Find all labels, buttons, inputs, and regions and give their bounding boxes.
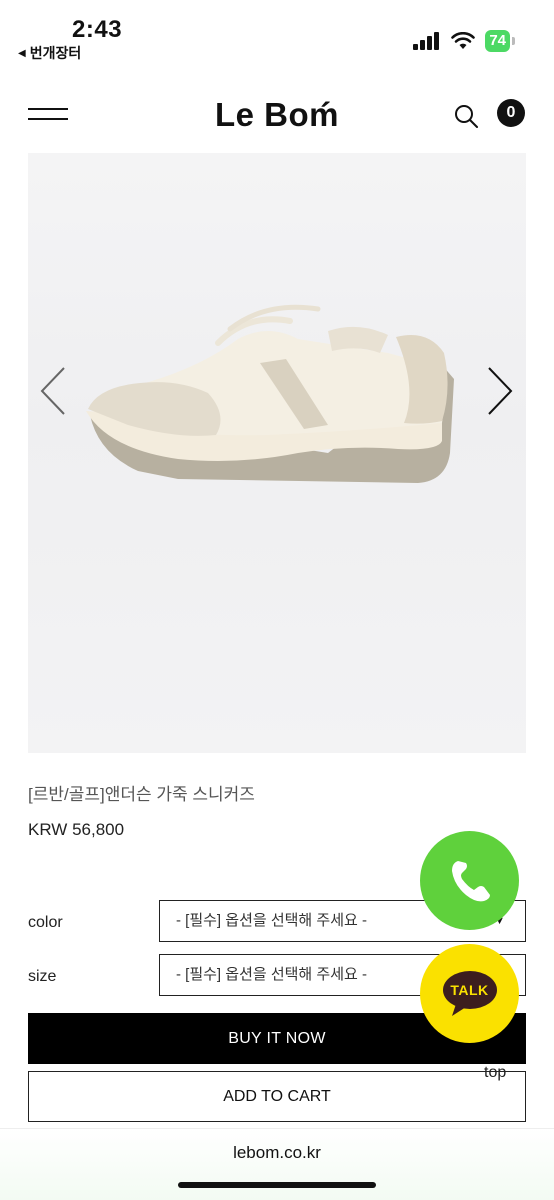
phone-call-button[interactable]	[420, 831, 519, 930]
battery-indicator: 74	[485, 30, 515, 52]
add-to-cart-button[interactable]: ADD TO CART	[28, 1071, 526, 1122]
url-text[interactable]: lebom.co.kr	[0, 1143, 554, 1163]
phone-icon	[451, 860, 490, 901]
size-option-label: size	[28, 968, 57, 985]
cart-count-badge[interactable]: 0	[497, 99, 525, 127]
home-indicator	[178, 1182, 376, 1188]
search-icon[interactable]	[453, 103, 479, 129]
back-app-label: 번개장터	[29, 45, 82, 61]
status-time: 2:43	[72, 16, 123, 43]
size-select-value: - [필수] 옵션을 선택해 주세요 -	[176, 966, 367, 983]
sneaker-illustration	[86, 304, 454, 483]
product-image	[28, 153, 526, 753]
browser-url-bar	[0, 1128, 554, 1200]
product-price: KRW 56,800	[28, 820, 125, 839]
color-select-value: - [필수] 옵션을 선택해 주세요 -	[176, 912, 367, 929]
wifi-icon	[451, 32, 476, 49]
kakao-talk-button[interactable]: TALK	[420, 944, 519, 1043]
kakao-talk-label: TALK	[450, 982, 489, 998]
back-triangle-icon: ◀	[18, 47, 26, 59]
back-to-app-link[interactable]: ◀ 번개장터	[18, 43, 81, 63]
status-indicators: 74	[413, 30, 515, 52]
prev-image-arrow[interactable]	[38, 366, 68, 416]
signal-icon	[413, 32, 440, 50]
color-option-label: color	[28, 914, 63, 931]
product-name: [르반/골프]앤더슨 가죽 스니커즈	[28, 785, 255, 804]
next-image-arrow[interactable]	[485, 366, 515, 416]
scroll-top-link[interactable]: top	[484, 1064, 506, 1082]
